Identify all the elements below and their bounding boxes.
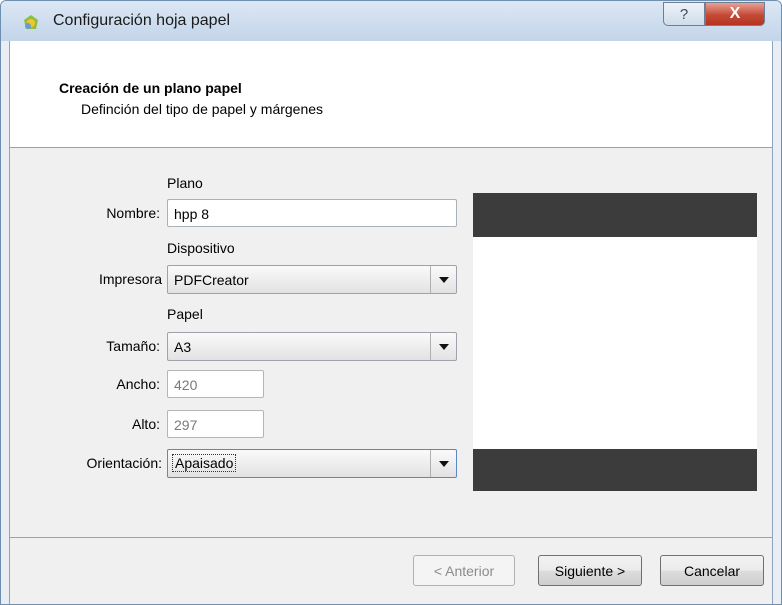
tamano-value: A3 [174,339,192,355]
close-icon: X [729,5,741,22]
dialog-body: Creación de un plano papel Definción del… [9,41,773,604]
paper-preview [473,193,757,491]
section-papel: Papel [167,306,203,322]
close-button[interactable]: X [705,2,765,26]
wizard-title: Creación de un plano papel [59,80,242,96]
nombre-input[interactable]: hpp 8 [167,199,457,227]
impresora-label: Impresora [98,271,162,287]
app-icon [21,12,41,32]
alto-label: Alto: [131,416,160,432]
back-button[interactable]: < Anterior [413,555,515,586]
preview-top-band [473,193,757,237]
wizard-header: Creación de un plano papel Definción del… [10,41,772,148]
tamano-label: Tamaño: [106,338,160,354]
impresora-value: PDFCreator [174,272,249,288]
orientacion-value: Apaisado [171,454,237,472]
title-bar: Configuración hoja papel ? X [1,1,781,41]
alto-input[interactable]: 297 [167,410,264,438]
help-icon: ? [679,5,689,23]
orientacion-select[interactable]: Apaisado [167,449,457,478]
window-title: Configuración hoja papel [53,12,231,29]
footer-divider [10,537,772,538]
dialog-window: Configuración hoja papel ? X Creación de… [0,0,782,605]
section-dispositivo: Dispositivo [167,240,235,256]
ancho-input[interactable]: 420 [167,370,264,398]
chevron-down-icon[interactable] [430,450,456,477]
wizard-subtitle: Definción del tipo de papel y márgenes [81,101,324,117]
tamano-select[interactable]: A3 [167,332,457,361]
section-plano: Plano [167,175,203,191]
preview-bottom-band [473,449,757,491]
help-button[interactable]: ? [663,2,705,26]
next-button[interactable]: Siguiente > [538,555,642,586]
orientacion-label: Orientación: [86,455,162,471]
chevron-down-icon[interactable] [430,333,456,360]
impresora-select[interactable]: PDFCreator [167,265,457,294]
chevron-down-icon[interactable] [430,266,456,293]
ancho-label: Ancho: [116,376,160,392]
cancel-button[interactable]: Cancelar [660,555,764,586]
nombre-label: Nombre: [106,205,160,221]
